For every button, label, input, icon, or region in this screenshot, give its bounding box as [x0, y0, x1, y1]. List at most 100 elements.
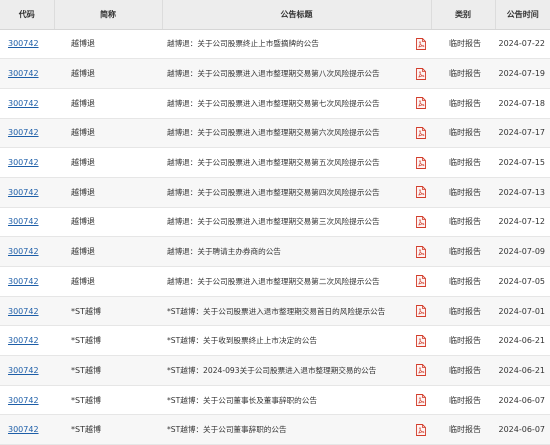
pdf-cell: [411, 355, 431, 386]
announcement-date: 2024-06-21: [495, 325, 550, 357]
stock-name: *ST越博: [54, 296, 162, 327]
stock-code-link[interactable]: 300742: [8, 247, 39, 256]
announcement-date: 2024-07-09: [495, 236, 550, 267]
code-cell: 300742: [0, 414, 54, 445]
announcement-type: 临时报告: [431, 88, 495, 119]
pdf-file-icon[interactable]: [416, 245, 426, 258]
announcement-type: 临时报告: [431, 296, 495, 327]
announcement-title[interactable]: 越博退：关于公司股票进入退市整理期交易第六次风险提示公告: [162, 118, 411, 149]
table-row: 300742 越博退 越博退：关于公司股票终止上市暨摘牌的公告 临时报告 202…: [0, 29, 550, 60]
code-cell: 300742: [0, 266, 54, 297]
code-cell: 300742: [0, 88, 54, 119]
pdf-file-icon[interactable]: [416, 37, 426, 50]
pdf-file-icon[interactable]: [416, 334, 426, 347]
announcement-title[interactable]: *ST越博：2024-093关于公司股票进入退市整理期交易的公告: [162, 355, 411, 386]
code-cell: 300742: [0, 325, 54, 357]
table-row: 300742 越博退 越博退：关于公司股票进入退市整理期交易第六次风险提示公告 …: [0, 118, 550, 149]
stock-name: *ST越博: [54, 355, 162, 386]
stock-code-link[interactable]: 300742: [8, 277, 39, 286]
pdf-file-icon[interactable]: [416, 364, 426, 377]
announcement-title[interactable]: 越博退：关于公司股票终止上市暨摘牌的公告: [162, 29, 411, 60]
announcement-date: 2024-07-19: [495, 58, 550, 89]
announcement-type: 临时报告: [431, 177, 495, 208]
announcement-date: 2024-07-01: [495, 296, 550, 327]
table-row: 300742 *ST越博 *ST越博：关于收到股票终止上市决定的公告 临时报告 …: [0, 325, 550, 357]
stock-name: 越博退: [54, 118, 162, 149]
pdf-file-icon[interactable]: [416, 394, 426, 407]
announcement-type: 临时报告: [431, 58, 495, 89]
pdf-file-icon[interactable]: [416, 423, 426, 436]
table-row: 300742 *ST越博 *ST越博：关于公司董事辞职的公告 临时报告 2024…: [0, 414, 550, 445]
announcement-type: 临时报告: [431, 266, 495, 297]
table-row: 300742 越博退 越博退：关于公司股票进入退市整理期交易第三次风险提示公告 …: [0, 207, 550, 238]
announcement-date: 2024-07-13: [495, 177, 550, 208]
stock-code-link[interactable]: 300742: [8, 69, 39, 78]
header-date: 公告时间: [495, 0, 550, 30]
pdf-file-icon[interactable]: [416, 186, 426, 199]
announcement-date: 2024-07-22: [495, 29, 550, 60]
announcement-type: 临时报告: [431, 325, 495, 357]
header-row: 代码 简称 公告标题 类别 公告时间: [0, 0, 550, 30]
stock-code-link[interactable]: 300742: [8, 425, 39, 434]
code-cell: 300742: [0, 177, 54, 208]
table-row: 300742 越博退 越博退：关于公司股票进入退市整理期交易第五次风险提示公告 …: [0, 147, 550, 178]
stock-code-link[interactable]: 300742: [8, 366, 39, 375]
table-row: 300742 越博退 越博退：关于公司股票进入退市整理期交易第八次风险提示公告 …: [0, 58, 550, 89]
header-title: 公告标题: [162, 0, 432, 30]
announcement-title[interactable]: 越博退：关于公司股票进入退市整理期交易第七次风险提示公告: [162, 88, 411, 119]
announcement-type: 临时报告: [431, 355, 495, 386]
stock-code-link[interactable]: 300742: [8, 158, 39, 167]
stock-code-link[interactable]: 300742: [8, 396, 39, 405]
announcement-date: 2024-07-17: [495, 118, 550, 149]
announcement-title[interactable]: *ST越博：关于收到股票终止上市决定的公告: [162, 325, 411, 357]
stock-code-link[interactable]: 300742: [8, 336, 39, 345]
announcement-date: 2024-06-07: [495, 385, 550, 416]
pdf-file-icon[interactable]: [416, 67, 426, 80]
pdf-file-icon[interactable]: [416, 156, 426, 169]
table-row: 300742 *ST越博 *ST越博：2024-093关于公司股票进入退市整理期…: [0, 355, 550, 386]
stock-name: 越博退: [54, 147, 162, 178]
pdf-cell: [411, 58, 431, 89]
pdf-cell: [411, 266, 431, 297]
table-row: 300742 越博退 越博退：关于聘请主办券商的公告 临时报告 2024-07-…: [0, 236, 550, 267]
stock-code-link[interactable]: 300742: [8, 128, 39, 137]
announcement-table: 代码 简称 公告标题 类别 公告时间 300742 越博退 越博退：关于公司股票…: [0, 0, 550, 445]
pdf-file-icon[interactable]: [416, 126, 426, 139]
stock-code-link[interactable]: 300742: [8, 188, 39, 197]
announcement-title[interactable]: 越博退：关于公司股票进入退市整理期交易第四次风险提示公告: [162, 177, 411, 208]
announcement-title[interactable]: 越博退：关于公司股票进入退市整理期交易第八次风险提示公告: [162, 58, 411, 89]
stock-name: 越博退: [54, 29, 162, 60]
pdf-cell: [411, 385, 431, 416]
announcement-title[interactable]: 越博退：关于公司股票进入退市整理期交易第三次风险提示公告: [162, 207, 411, 238]
table-row: 300742 越博退 越博退：关于公司股票进入退市整理期交易第四次风险提示公告 …: [0, 177, 550, 208]
code-cell: 300742: [0, 29, 54, 60]
pdf-file-icon[interactable]: [416, 275, 426, 288]
table-row: 300742 *ST越博 *ST越博：关于公司股票进入退市整理期交易首日的风险提…: [0, 296, 550, 327]
stock-name: 越博退: [54, 58, 162, 89]
stock-code-link[interactable]: 300742: [8, 99, 39, 108]
stock-name: 越博退: [54, 236, 162, 267]
stock-name: 越博退: [54, 177, 162, 208]
announcement-title[interactable]: *ST越博：关于公司董事辞职的公告: [162, 414, 411, 445]
announcement-date: 2024-06-21: [495, 355, 550, 386]
announcement-title[interactable]: *ST越博：关于公司董事长及董事辞职的公告: [162, 385, 411, 416]
stock-code-link[interactable]: 300742: [8, 39, 39, 48]
code-cell: 300742: [0, 236, 54, 267]
stock-code-link[interactable]: 300742: [8, 307, 39, 316]
pdf-cell: [411, 177, 431, 208]
stock-name: 越博退: [54, 207, 162, 238]
pdf-cell: [411, 325, 431, 357]
announcement-date: 2024-07-05: [495, 266, 550, 297]
announcement-type: 临时报告: [431, 207, 495, 238]
table-row: 300742 越博退 越博退：关于公司股票进入退市整理期交易第二次风险提示公告 …: [0, 266, 550, 297]
announcement-title[interactable]: 越博退：关于公司股票进入退市整理期交易第五次风险提示公告: [162, 147, 411, 178]
stock-code-link[interactable]: 300742: [8, 217, 39, 226]
announcement-title[interactable]: *ST越博：关于公司股票进入退市整理期交易首日的风险提示公告: [162, 296, 411, 327]
announcement-title[interactable]: 越博退：关于聘请主办券商的公告: [162, 236, 411, 267]
announcement-title[interactable]: 越博退：关于公司股票进入退市整理期交易第二次风险提示公告: [162, 266, 411, 297]
code-cell: 300742: [0, 58, 54, 89]
announcement-type: 临时报告: [431, 236, 495, 267]
pdf-file-icon[interactable]: [416, 305, 426, 317]
pdf-file-icon[interactable]: [416, 97, 426, 110]
pdf-file-icon[interactable]: [416, 216, 426, 228]
